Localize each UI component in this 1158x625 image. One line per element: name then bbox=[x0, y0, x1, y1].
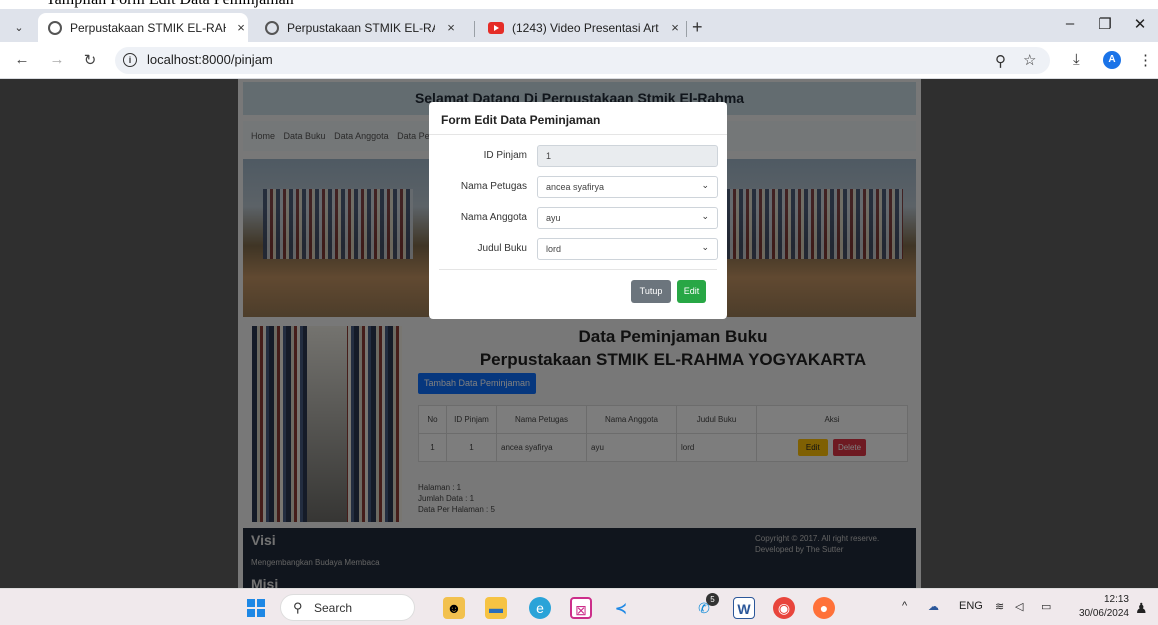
tab-close-icon[interactable]: × bbox=[234, 20, 248, 35]
minimize-icon[interactable]: – bbox=[1060, 15, 1080, 32]
judul-buku-value: lord bbox=[546, 244, 562, 254]
tab-title: (1243) Video Presentasi Artikel bbox=[512, 20, 659, 35]
notification-bell-icon[interactable]: ♟ bbox=[1135, 600, 1148, 617]
nama-anggota-label: Nama Anggota bbox=[460, 212, 527, 223]
xampp-icon[interactable]: ⊠ bbox=[570, 597, 592, 619]
id-pinjam-value: 1 bbox=[546, 151, 552, 161]
tab-separator bbox=[686, 21, 687, 37]
page-viewport: Selamat Datang Di Perpustakaan Stmik El-… bbox=[0, 79, 1158, 588]
nama-petugas-label: Nama Petugas bbox=[460, 181, 527, 192]
url-text[interactable]: localhost:8000/pinjam bbox=[147, 52, 273, 67]
id-pinjam-field: 1 bbox=[537, 145, 718, 167]
browser-tab-bar: ⌄ Perpustakaan STMIK EL-RAHMA × Perpusta… bbox=[0, 9, 1158, 42]
notification-badge: 5 bbox=[706, 593, 719, 606]
tab-title: Perpustakaan STMIK EL-RAHMA bbox=[287, 20, 435, 35]
tab-perpustakaan-active[interactable]: Perpustakaan STMIK EL-RAHMA × bbox=[38, 13, 248, 42]
edit-loan-modal: Form Edit Data Peminjaman ID Pinjam 1 Na… bbox=[429, 102, 727, 319]
chrome-icon[interactable]: ◉ bbox=[773, 597, 795, 619]
close-modal-button[interactable]: Tutup bbox=[631, 280, 671, 303]
tab-title: Perpustakaan STMIK EL-RAHMA bbox=[70, 20, 226, 35]
file-explorer-icon[interactable]: ▬ bbox=[485, 597, 507, 619]
widgets-icon[interactable]: ☻ bbox=[443, 597, 465, 619]
search-icon: ⚲ bbox=[293, 600, 303, 615]
forward-icon[interactable]: → bbox=[47, 51, 67, 68]
back-icon[interactable]: ← bbox=[12, 51, 32, 68]
word-icon[interactable]: W bbox=[733, 597, 755, 619]
id-pinjam-label: ID Pinjam bbox=[483, 150, 527, 161]
address-bar[interactable]: i localhost:8000/pinjam ⚲ ☆ bbox=[115, 47, 1050, 74]
browser-toolbar: ← → ↻ i localhost:8000/pinjam ⚲ ☆ ⤓ A ⋮ bbox=[0, 42, 1158, 79]
divider bbox=[439, 269, 717, 270]
chevron-down-icon: ⌄ bbox=[701, 242, 709, 252]
nama-anggota-value: ayu bbox=[546, 213, 561, 223]
tab-search-chevron-icon[interactable]: ⌄ bbox=[8, 16, 30, 38]
wifi-icon[interactable]: ≋ bbox=[995, 600, 1004, 613]
menu-kebab-icon[interactable]: ⋮ bbox=[1138, 51, 1153, 69]
site-info-icon[interactable]: i bbox=[123, 53, 137, 67]
tab-youtube[interactable]: (1243) Video Presentasi Artikel × bbox=[478, 13, 683, 42]
judul-buku-select[interactable]: lord ⌄ bbox=[537, 238, 718, 260]
youtube-icon bbox=[488, 21, 504, 34]
clock-date: 30/06/2024 bbox=[1078, 608, 1129, 619]
globe-icon bbox=[48, 20, 62, 35]
clock[interactable]: 12:13 30/06/2024 bbox=[1071, 593, 1129, 621]
judul-buku-label: Judul Buku bbox=[477, 243, 527, 254]
tab-separator bbox=[474, 21, 475, 37]
bookmark-star-icon[interactable]: ☆ bbox=[1023, 51, 1036, 69]
onedrive-icon[interactable]: ☁ bbox=[928, 600, 939, 613]
restore-icon[interactable]: ❐ bbox=[1095, 15, 1115, 33]
volume-icon[interactable]: ◁ bbox=[1015, 600, 1023, 613]
edge-icon[interactable]: e bbox=[529, 597, 551, 619]
chevron-down-icon: ⌄ bbox=[701, 180, 709, 190]
globe-icon bbox=[265, 20, 279, 35]
nama-petugas-value: ancea syafirya bbox=[546, 182, 605, 192]
submit-edit-button[interactable]: Edit bbox=[677, 280, 706, 303]
nama-anggota-select[interactable]: ayu ⌄ bbox=[537, 207, 718, 229]
taskbar-search[interactable]: ⚲ Search bbox=[280, 594, 415, 621]
chevron-down-icon: ⌄ bbox=[701, 211, 709, 221]
tab-close-icon[interactable]: × bbox=[667, 20, 683, 35]
window-close-icon[interactable]: ✕ bbox=[1130, 15, 1150, 33]
new-tab-button[interactable]: + bbox=[692, 18, 703, 36]
clock-time: 12:13 bbox=[1103, 594, 1129, 605]
tray-chevron-icon[interactable]: ^ bbox=[902, 600, 907, 612]
search-placeholder: Search bbox=[314, 601, 353, 615]
reload-icon[interactable]: ↻ bbox=[80, 51, 100, 69]
battery-icon[interactable]: ▭ bbox=[1041, 600, 1051, 613]
download-icon[interactable]: ⤓ bbox=[1073, 51, 1080, 68]
divider bbox=[429, 134, 727, 135]
firefox-icon[interactable]: ● bbox=[813, 597, 835, 619]
windows-start-icon[interactable] bbox=[247, 599, 265, 617]
modal-title: Form Edit Data Peminjaman bbox=[441, 113, 601, 127]
document-heading-text: Tampilan Form Edit Data Peminjaman bbox=[46, 0, 294, 9]
zoom-icon[interactable]: ⚲ bbox=[995, 52, 1006, 70]
language-indicator[interactable]: ENG bbox=[959, 600, 983, 612]
tab-perpustakaan-2[interactable]: Perpustakaan STMIK EL-RAHMA × bbox=[255, 13, 465, 42]
document-heading: Tampilan Form Edit Data Peminjaman bbox=[0, 0, 1158, 9]
nama-petugas-select[interactable]: ancea syafirya ⌄ bbox=[537, 176, 718, 198]
profile-avatar[interactable]: A bbox=[1103, 51, 1121, 69]
tab-close-icon[interactable]: × bbox=[443, 20, 459, 35]
windows-taskbar: ⚲ Search ☻ ▬ e ⊠ ≺ ✆ 5 W ◉ ● ^ ☁ ENG ≋ ◁… bbox=[0, 588, 1158, 625]
vscode-icon[interactable]: ≺ bbox=[610, 597, 632, 619]
